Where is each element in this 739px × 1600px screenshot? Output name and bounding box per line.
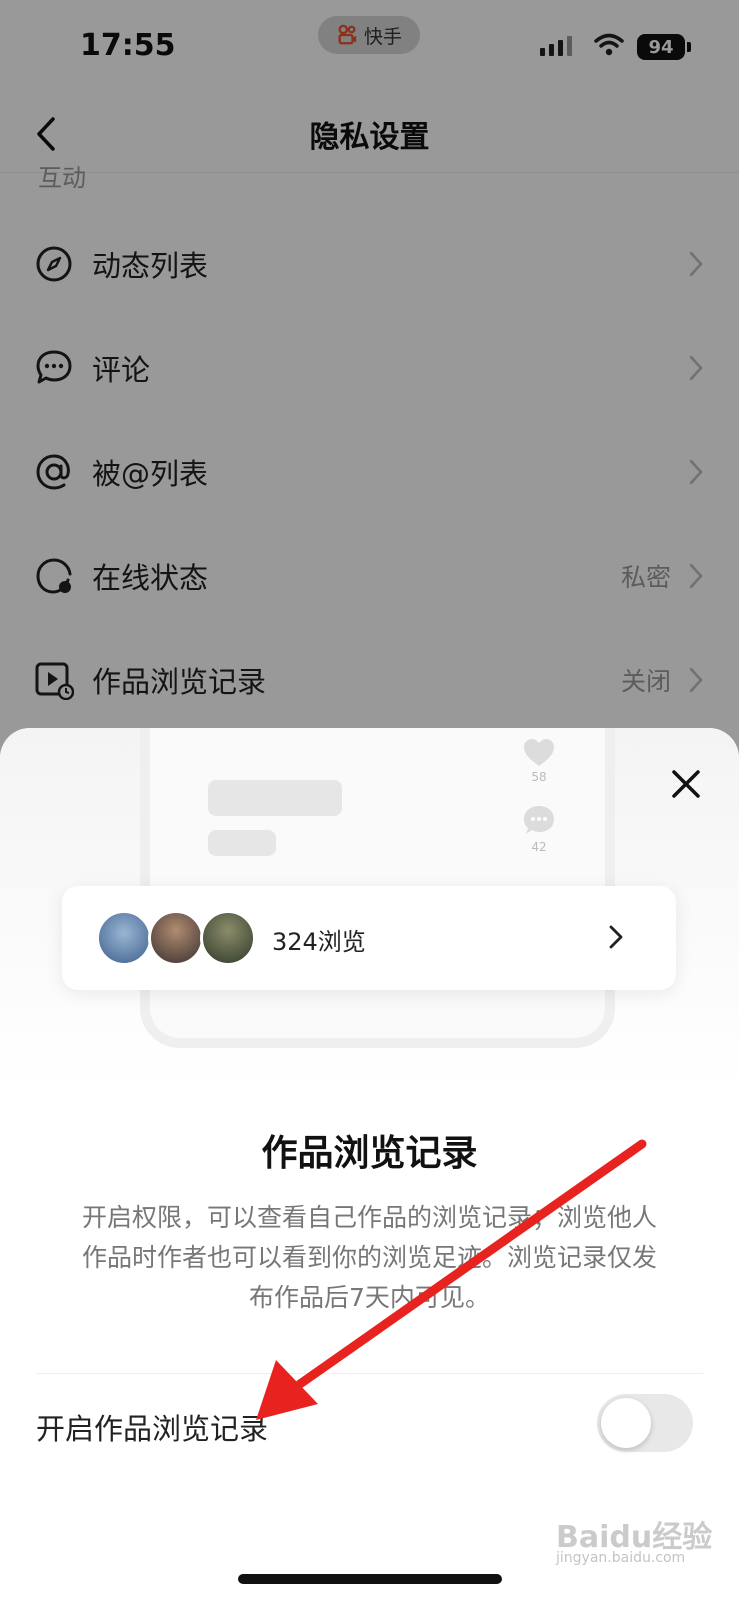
video-history-toggle[interactable] bbox=[597, 1394, 693, 1452]
divider bbox=[36, 1373, 703, 1374]
placeholder-bar bbox=[208, 780, 342, 816]
placeholder-bar bbox=[208, 830, 276, 856]
chevron-right-icon bbox=[609, 925, 623, 949]
avatar bbox=[148, 910, 204, 966]
sheet-description: 开启权限，可以查看自己作品的浏览记录；浏览他人作品时作者也可以看到你的浏览足迹。… bbox=[81, 1203, 657, 1312]
video-history-sheet: 58 42 324浏览 作品浏览记录 开启权限，可以查看自己作品的浏览记录；浏览… bbox=[0, 728, 739, 1600]
heart-icon bbox=[524, 739, 554, 766]
toggle-knob bbox=[601, 1398, 651, 1448]
toggle-label: 开启作品浏览记录 bbox=[36, 1412, 269, 1446]
home-indicator bbox=[238, 1574, 502, 1584]
avatar bbox=[96, 910, 152, 966]
preview-comment-count: 42 bbox=[531, 840, 547, 854]
comment-bubble-icon bbox=[524, 806, 554, 834]
avatar bbox=[200, 910, 256, 966]
watermark-url: jingyan.baidu.com bbox=[556, 1550, 686, 1566]
preview-like-count: 58 bbox=[531, 770, 547, 784]
sheet-title: 作品浏览记录 bbox=[261, 1133, 478, 1174]
viewer-summary-card[interactable]: 324浏览 bbox=[62, 886, 676, 990]
view-count-text: 324浏览 bbox=[272, 928, 366, 956]
close-icon[interactable] bbox=[668, 766, 704, 802]
